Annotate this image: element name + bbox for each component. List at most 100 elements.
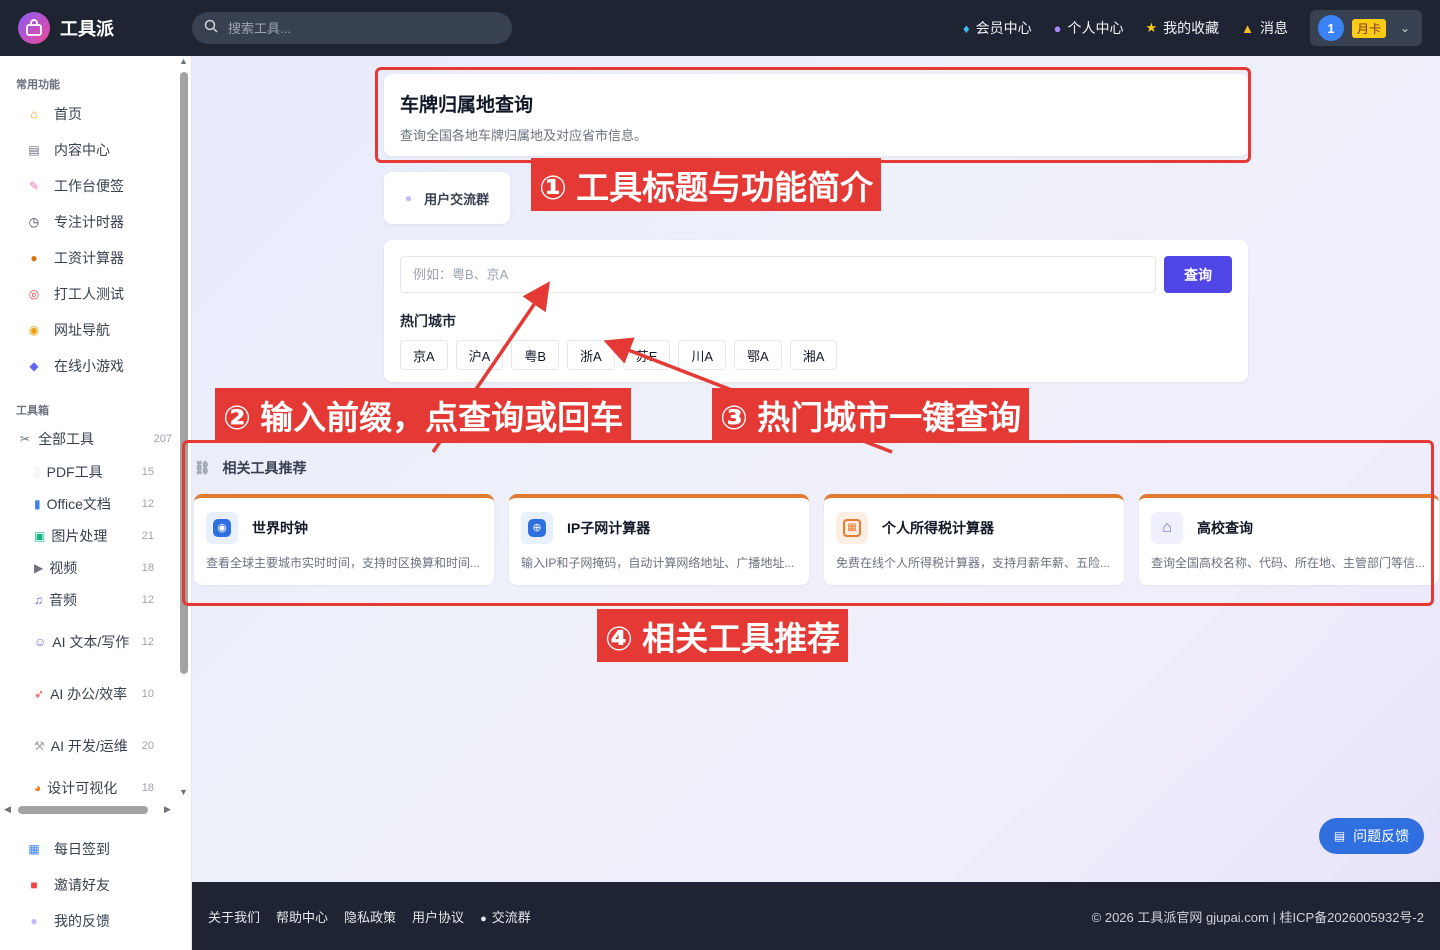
sidebar-item-nav[interactable]: ◉ 网址导航 [0, 312, 178, 348]
sidebar-tool-ai-office[interactable]: ➶ AI 办公/效率 10 [0, 668, 178, 720]
sidebar-item-games[interactable]: ◆ 在线小游戏 [0, 348, 178, 384]
bell-icon: ▲ [1241, 20, 1254, 36]
page-subtitle: 查询全国各地车牌归属地及对应省市信息。 [400, 128, 648, 143]
gamepad-icon: ◆ [29, 359, 39, 373]
footer-link-privacy[interactable]: 隐私政策 [344, 907, 396, 926]
sidebar-item-memo[interactable]: ✎ 工作台便签 [0, 168, 178, 204]
money-bag-icon: ● [30, 251, 38, 265]
scroll-left-arrow-icon[interactable]: ◀ [4, 804, 11, 815]
user-menu[interactable]: 1 月卡 ⌄ [1310, 10, 1422, 46]
school-icon: ⌂ [1151, 512, 1183, 544]
hot-cities-title: 热门城市 [400, 313, 456, 329]
related-tool-card-ip-subnet[interactable]: ⊕ IP子网计算器 输入IP和子网掩码，自动计算网络地址、广播地址... [509, 494, 809, 585]
target-icon: ◎ [28, 287, 40, 301]
user-group-button[interactable]: ● 用户交流群 [384, 172, 510, 224]
sidebar-item-content-center[interactable]: ▤ 内容中心 [0, 132, 178, 168]
copyright: © 2026 工具派官网 gjupai.com | 桂ICP备202600593… [1091, 909, 1424, 925]
hot-city-chip[interactable]: 粤B [511, 340, 560, 370]
palette-icon: ◕ [34, 781, 42, 795]
chat-bubble-icon: ● [404, 191, 413, 205]
tool-card-header: ◉ 世界时钟 [206, 512, 482, 544]
sidebar-item-salary[interactable]: ● 工资计算器 [0, 240, 178, 276]
sidebar-tool-image[interactable]: ▣ 图片处理 21 [0, 520, 178, 552]
rocket-icon: ➶ [34, 687, 45, 701]
sidebar-tool-video[interactable]: ▶ 视频 18 [0, 552, 178, 584]
footer-link-group[interactable]: ● 交流群 [480, 907, 531, 926]
plate-prefix-input[interactable] [400, 256, 1156, 293]
sidebar-item-all-tools[interactable]: ✂ 全部工具 207 [0, 422, 178, 456]
sidebar-tool-office[interactable]: ▮ Office文档 12 [0, 488, 178, 520]
sidebar-item-timer[interactable]: ◷ 专注计时器 [0, 204, 178, 240]
scroll-down-arrow-icon[interactable]: ▼ [179, 787, 188, 797]
annotation-label-1: ① 工具标题与功能简介 [531, 158, 882, 211]
logo[interactable]: 工具派 [18, 12, 114, 44]
annotation-label-3: ③ 热门城市一键查询 [712, 388, 1030, 441]
document-icon: ▮ [34, 497, 41, 511]
related-tool-card-university[interactable]: ⌂ 高校查询 查询全国高校名称、代码、所在地、主管部门等信... [1139, 494, 1439, 585]
search-box[interactable] [192, 12, 512, 44]
newspaper-icon: ▤ [28, 143, 40, 157]
related-tool-card-income-tax[interactable]: ▦ 个人所得税计算器 免费在线个人所得税计算器，支持月薪年薪、五险... [824, 494, 1124, 585]
footer-link-terms[interactable]: 用户协议 [412, 907, 464, 926]
tool-desc: 输入IP和子网掩码，自动计算网络地址、广播地址... [521, 556, 795, 570]
app-name: 工具派 [60, 19, 114, 39]
sidebar-horizontal-scrollbar[interactable]: ◀ ▶ [0, 801, 178, 819]
hot-city-chip[interactable]: 鄂A [734, 340, 782, 370]
sidebar-tool-pdf[interactable]: ▯ PDF工具 15 [0, 456, 178, 488]
hot-city-chip[interactable]: 沪A [455, 340, 504, 370]
sidebar-scroll-area: 常用功能 ⌂ 首页 ▤ 内容中心 ✎ 工作台便签 ◷ 专注计时器 ● 工资计算器 ◎ 打工人… [0, 56, 178, 801]
scroll-up-arrow-icon[interactable]: ▲ [179, 56, 188, 66]
image-icon: ▣ [34, 529, 46, 543]
sidebar-tool-ai-dev[interactable]: ⚒ AI 开发/运维 20 [0, 720, 178, 772]
topnav-profile[interactable]: ● 个人中心 [1054, 18, 1124, 38]
sidebar-item-invite[interactable]: ■ 邀请好友 [0, 867, 178, 903]
annotation-label-2: ② 输入前缀，点查询或回车 [215, 388, 632, 441]
sidebar-tool-ai-writing[interactable]: ☺ AI 文本/写作 12 [0, 616, 178, 668]
sidebar-tool-audio[interactable]: ♫ 音频 12 [0, 584, 178, 616]
topnav-member-center[interactable]: ♦ 会员中心 [963, 18, 1032, 38]
page-title: 车牌归属地查询 [400, 95, 534, 116]
music-icon: ♫ [34, 593, 43, 607]
globe-icon: ◉ [206, 512, 238, 544]
feedback-button[interactable]: ▤ 问题反馈 [1319, 818, 1424, 854]
tool-card-header: ▦ 个人所得税计算器 [836, 512, 1112, 544]
top-bar: 工具派 ♦会员中心 ●个人中心 ★我的收藏 ▲消息 1 月卡 ⌄ [0, 0, 1440, 56]
sidebar-item-my-feedback[interactable]: ● 我的反馈 [0, 903, 178, 939]
tool-desc: 查询全国高校名称、代码、所在地、主管部门等信... [1151, 556, 1426, 570]
hot-city-chip[interactable]: 浙A [567, 340, 615, 370]
sidebar-item-checkin[interactable]: ▦ 每日签到 [0, 831, 178, 867]
footer-link-about[interactable]: 关于我们 [208, 907, 260, 926]
chat-bubble-icon: ● [30, 914, 38, 928]
tool-name: 世界时钟 [252, 520, 308, 536]
avatar: 1 [1318, 15, 1344, 41]
hot-city-chip[interactable]: 苏E [622, 340, 671, 370]
search-input[interactable] [228, 20, 488, 36]
plan-badge: 月卡 [1352, 18, 1387, 38]
query-button[interactable]: 查询 [1164, 256, 1232, 293]
related-tools-list: ◉ 世界时钟 查看全球主要城市实时时间，支持时区换算和时间... ⊕ IP子网计… [194, 494, 1439, 585]
hot-city-chip[interactable]: 川A [678, 340, 727, 370]
network-icon: ⊕ [521, 512, 553, 544]
related-tool-card-world-clock[interactable]: ◉ 世界时钟 查看全球主要城市实时时间，支持时区换算和时间... [194, 494, 494, 585]
sidebar-scroll-thumb[interactable] [180, 72, 188, 674]
footer-link-help[interactable]: 帮助中心 [276, 907, 328, 926]
topnav-favorites[interactable]: ★ 我的收藏 [1145, 18, 1219, 38]
link-icon: ⛓ [194, 460, 211, 475]
calculator-icon: ▦ [836, 512, 868, 544]
scroll-right-arrow-icon[interactable]: ▶ [164, 804, 171, 815]
sidebar-vertical-scrollbar[interactable]: ▲ ▼ [178, 56, 190, 801]
footer-links: 关于我们 帮助中心 隐私政策 用户协议 ● 交流群 [208, 907, 547, 926]
sidebar-hscroll-thumb[interactable] [18, 806, 148, 814]
search-icon [204, 19, 218, 38]
sidebar-item-home[interactable]: ⌂ 首页 [0, 96, 178, 132]
topnav-messages[interactable]: ▲ 消息 [1241, 18, 1288, 38]
tool-name: 个人所得税计算器 [882, 520, 994, 536]
wrench-icon: ⚒ [34, 739, 45, 753]
sidebar-item-worker-test[interactable]: ◎ 打工人测试 [0, 276, 178, 312]
pdf-icon: ▯ [34, 465, 41, 479]
star-icon: ★ [1145, 20, 1158, 35]
hot-city-chip[interactable]: 京A [400, 340, 448, 370]
sidebar-tool-design[interactable]: ◕ 设计可视化 18 [0, 772, 178, 801]
hot-city-chip[interactable]: 湘A [789, 340, 838, 370]
tools-icon: ✂ [20, 432, 31, 446]
